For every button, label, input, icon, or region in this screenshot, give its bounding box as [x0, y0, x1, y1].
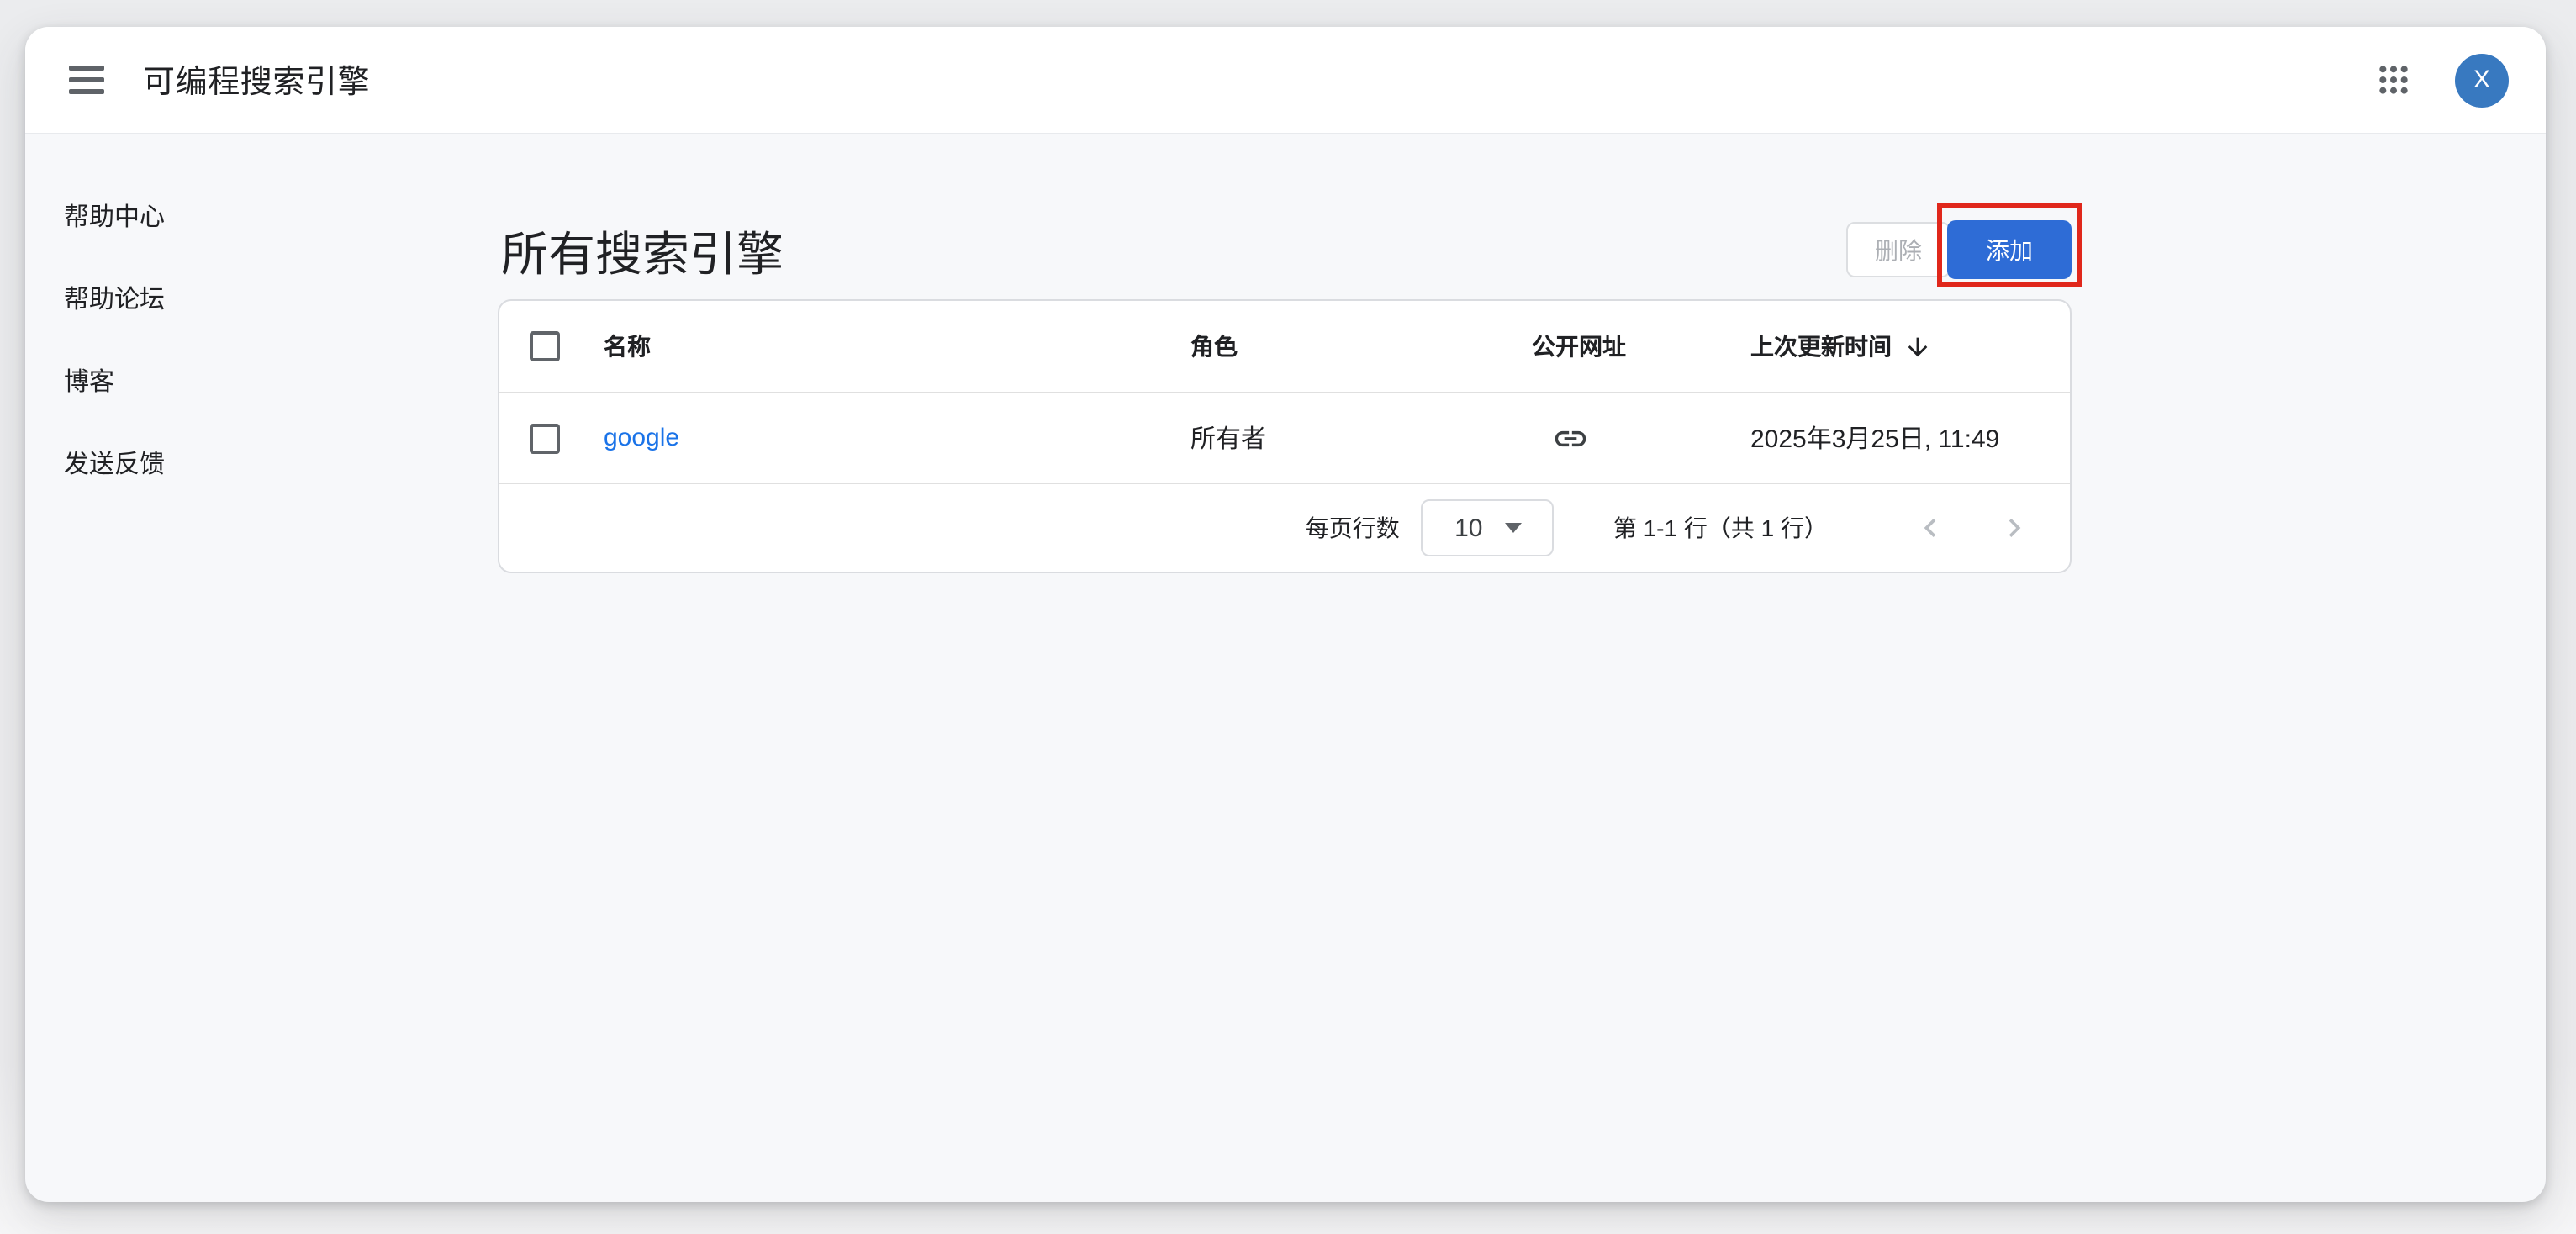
column-header-name[interactable]: 名称 — [604, 330, 1190, 363]
caret-down-icon — [1505, 523, 1522, 533]
chevron-right-icon[interactable] — [1996, 509, 2033, 546]
select-all-checkbox[interactable] — [530, 331, 560, 361]
screenshot-stage: 可编程搜索引擎 X 帮助中心 帮助论坛 博客 发送反馈 所有搜索 — [0, 0, 2576, 1234]
public-url-link-icon[interactable] — [1532, 419, 1750, 456]
engine-role: 所有者 — [1190, 420, 1532, 456]
rows-per-page-select[interactable]: 10 — [1422, 499, 1555, 556]
app-window: 可编程搜索引擎 X 帮助中心 帮助论坛 博客 发送反馈 所有搜索 — [25, 27, 2546, 1202]
rows-per-page-label: 每页行数 — [1306, 511, 1400, 545]
engine-name-link[interactable]: google — [604, 424, 1190, 452]
apps-grid-icon[interactable] — [2378, 64, 2410, 96]
search-engines-table: 名称 角色 公开网址 上次更新时间 — [498, 299, 2072, 573]
pagination-nav — [1912, 509, 2033, 546]
delete-button[interactable]: 删除 — [1846, 222, 1950, 277]
add-button[interactable]: 添加 — [1947, 220, 2072, 279]
row-checkbox-cell — [499, 423, 604, 453]
column-header-updated-label: 上次更新时间 — [1750, 330, 1892, 363]
sidebar-item-help-center[interactable]: 帮助中心 — [64, 175, 471, 257]
sidebar-item-send-feedback[interactable]: 发送反馈 — [64, 422, 471, 504]
app-title: 可编程搜索引擎 — [143, 57, 370, 103]
table-header-row: 名称 角色 公开网址 上次更新时间 — [499, 301, 2070, 393]
avatar[interactable]: X — [2455, 53, 2509, 107]
table-row: google 所有者 2025年3月25日, 11:49 — [499, 393, 2070, 484]
row-checkbox[interactable] — [530, 423, 560, 453]
sort-descending-icon[interactable] — [1903, 332, 1932, 361]
chevron-left-icon[interactable] — [1912, 509, 1949, 546]
rows-per-page-value: 10 — [1454, 514, 1482, 542]
sidebar-item-blog[interactable]: 博客 — [64, 340, 471, 422]
app-header: 可编程搜索引擎 X — [25, 27, 2546, 134]
pagination-range-text: 第 1-1 行（共 1 行） — [1613, 511, 1828, 545]
column-header-updated[interactable]: 上次更新时间 — [1750, 330, 2070, 363]
sidebar-item-help-forum[interactable]: 帮助论坛 — [64, 257, 471, 340]
engine-updated-time: 2025年3月25日, 11:49 — [1750, 420, 2070, 456]
header-checkbox-cell — [499, 331, 604, 361]
column-header-public-url[interactable]: 公开网址 — [1532, 330, 1750, 363]
column-header-role[interactable]: 角色 — [1190, 330, 1532, 363]
sidebar: 帮助中心 帮助论坛 博客 发送反馈 — [25, 134, 471, 504]
table-pagination: 每页行数 10 第 1-1 行（共 1 行） — [499, 484, 2070, 572]
page-title: 所有搜索引擎 — [501, 219, 784, 286]
menu-icon[interactable] — [69, 66, 104, 94]
